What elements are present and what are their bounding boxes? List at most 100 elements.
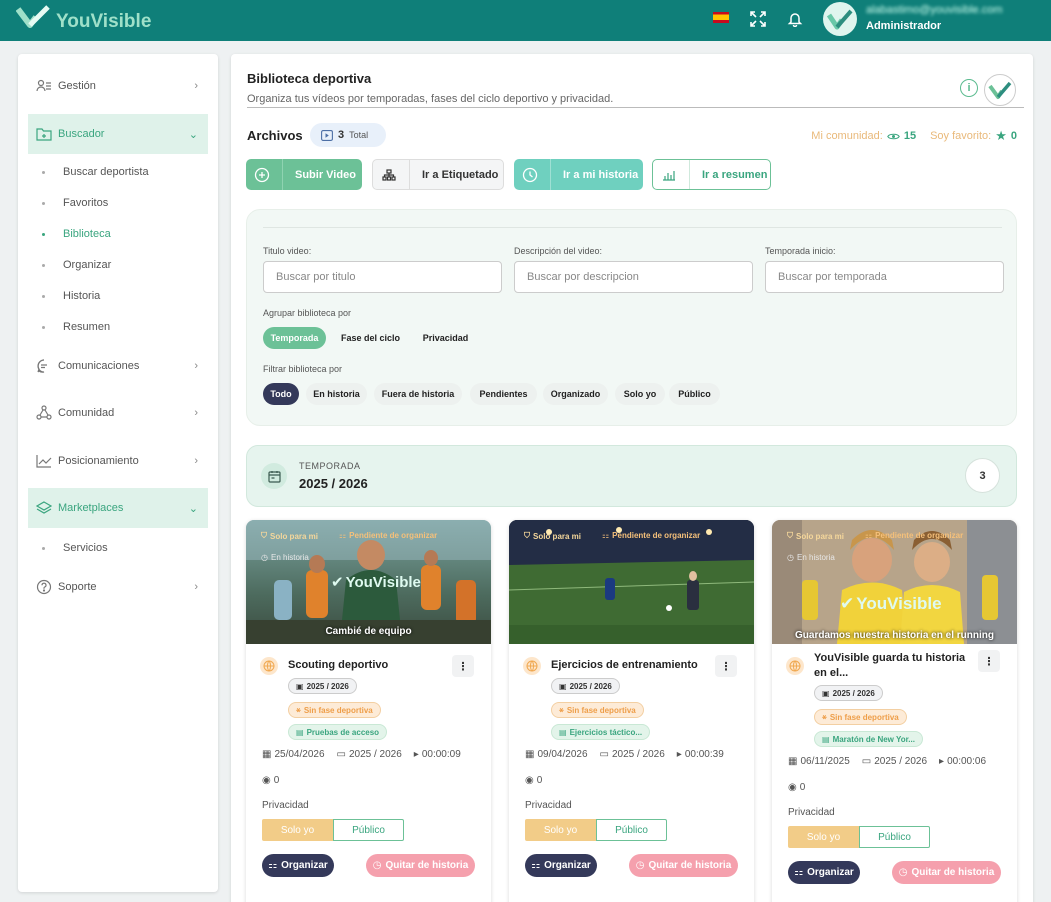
video-file-icon bbox=[321, 129, 333, 141]
play-file-icon: ▸ bbox=[939, 756, 945, 767]
meta-season: ▭ 2025 / 2026 bbox=[599, 749, 665, 760]
fullscreen-icon[interactable] bbox=[748, 9, 768, 29]
video-card[interactable]: ⛉ Solo para mi ⚏ Pendiente de organizar Ej… bbox=[509, 520, 754, 902]
brand-mark-icon: ✔ bbox=[331, 574, 344, 591]
privacy-toggle[interactable]: Solo yo Público bbox=[262, 819, 404, 841]
video-thumbnail[interactable]: ⛉ Solo para mi ⚏ Pendiente de organizar bbox=[509, 520, 754, 644]
video-meta: ▦ 25/04/2026 ▭ 2025 / 2026 ▸ 00:00:09 bbox=[262, 749, 461, 760]
chat-icon bbox=[36, 358, 52, 374]
sidebar-subitem-buscar-deportista[interactable]: Buscar deportista bbox=[42, 166, 149, 178]
filter-chip-organizado[interactable]: Organizado bbox=[543, 383, 608, 405]
total-badge: 3 Total bbox=[310, 123, 386, 147]
sidebar-subitem-resumen[interactable]: Resumen bbox=[42, 321, 110, 333]
privacy-option-solo-yo[interactable]: Solo yo bbox=[262, 819, 333, 841]
remove-from-history-button[interactable]: ◷ Quitar de historia bbox=[366, 854, 475, 877]
season-search-input[interactable]: Buscar por temporada bbox=[765, 261, 1004, 293]
privacy-label: Privacidad bbox=[788, 807, 835, 818]
clock-icon: ◷ bbox=[635, 860, 645, 871]
meta-season: ▭ 2025 / 2026 bbox=[861, 756, 928, 767]
more-options-icon[interactable]: ⋮ bbox=[452, 655, 474, 677]
description-search-input[interactable]: Buscar por descripcion bbox=[514, 261, 753, 293]
language-flag-icon[interactable] bbox=[713, 12, 729, 23]
filter-chip-solo-yo[interactable]: Solo yo bbox=[615, 383, 665, 405]
sidebar-item-label: Buscador bbox=[58, 128, 105, 140]
total-count: 3 bbox=[338, 129, 345, 141]
season-group-header[interactable]: TEMPORADA 2025 / 2026 3 bbox=[246, 445, 1017, 507]
info-icon[interactable]: i bbox=[960, 79, 978, 97]
privacy-toggle[interactable]: Solo yo Público bbox=[788, 826, 930, 848]
filters-panel: Titulo video: Buscar por titulo Descripc… bbox=[246, 209, 1017, 426]
pending-tag: ⚏ Pendiente de organizar bbox=[339, 531, 438, 540]
organize-button[interactable]: ⚏ Organizar bbox=[262, 854, 334, 877]
privacy-option-publico[interactable]: Público bbox=[596, 819, 667, 841]
sidebar-subitem-biblioteca[interactable]: Biblioteca bbox=[42, 228, 111, 240]
title-search-input[interactable]: Buscar por titulo bbox=[263, 261, 502, 293]
group-chip-privacidad[interactable]: Privacidad bbox=[413, 327, 478, 349]
filter-chip-pendientes[interactable]: Pendientes bbox=[470, 383, 537, 405]
remove-from-history-button[interactable]: ◷ Quitar de historia bbox=[892, 861, 1001, 884]
privacy-option-solo-yo[interactable]: Solo yo bbox=[525, 819, 596, 841]
filter-chip-todo[interactable]: Todo bbox=[263, 383, 299, 405]
community-stats: Mi comunidad: 15 Soy favorito: ★ 0 bbox=[811, 128, 1017, 144]
go-tagging-button[interactable]: Ir a Etiquetado bbox=[372, 159, 504, 190]
privacy-toggle[interactable]: Solo yo Público bbox=[525, 819, 667, 841]
page-title: Biblioteca deportiva bbox=[247, 71, 372, 86]
upload-video-button[interactable]: Subir Video bbox=[246, 159, 362, 190]
sidebar-item-gestion[interactable]: Gestión › bbox=[28, 66, 208, 106]
remove-from-history-button[interactable]: ◷ Quitar de historia bbox=[629, 854, 738, 877]
sidebar-subitem-historia[interactable]: Historia bbox=[42, 290, 100, 302]
archivos-heading: Archivos bbox=[247, 128, 303, 143]
private-tag: ⛉ Solo para mi bbox=[261, 531, 319, 541]
sidebar-item-marketplaces[interactable]: Marketplaces ⌄ bbox=[28, 488, 208, 528]
folder-search-icon bbox=[36, 126, 52, 142]
privacy-option-solo-yo[interactable]: Solo yo bbox=[788, 826, 859, 848]
group-chip-temporada[interactable]: Temporada bbox=[263, 327, 326, 349]
main-panel: Biblioteca deportiva Organiza tus vídeos… bbox=[231, 54, 1033, 902]
video-title[interactable]: YouVisible guarda tu historia en el... bbox=[814, 651, 974, 681]
more-options-icon[interactable]: ⋮ bbox=[978, 650, 1000, 672]
organize-button[interactable]: ⚏ Organizar bbox=[788, 861, 860, 884]
view-count: ◉ 0 bbox=[788, 782, 806, 793]
more-options-icon[interactable]: ⋮ bbox=[715, 655, 737, 677]
folder-icon: ▭ bbox=[336, 749, 346, 760]
filter-chip-publico[interactable]: Público bbox=[669, 383, 720, 405]
chart-line-icon bbox=[36, 453, 52, 469]
sidebar-item-buscador[interactable]: Buscador ⌄ bbox=[28, 114, 208, 154]
view-count: ◉ 0 bbox=[525, 775, 543, 786]
sidebar-item-comunidad[interactable]: Comunidad › bbox=[28, 393, 208, 433]
brand-logo[interactable]: YouVisible bbox=[16, 3, 151, 35]
sidebar-item-comunicaciones[interactable]: Comunicaciones › bbox=[28, 346, 208, 386]
sidebar-item-posicionamiento[interactable]: Posicionamiento › bbox=[28, 441, 208, 481]
chevron-right-icon: › bbox=[194, 455, 198, 467]
go-summary-button[interactable]: Ir a resumen bbox=[652, 159, 771, 190]
sidebar-subitem-organizar[interactable]: Organizar bbox=[42, 259, 111, 271]
sidebar-item-label: Soporte bbox=[58, 581, 97, 593]
sidebar-subitem-servicios[interactable]: Servicios bbox=[42, 542, 108, 554]
divider bbox=[247, 107, 1024, 108]
group-chip-fase[interactable]: Fase del ciclo bbox=[334, 327, 407, 349]
video-card[interactable]: ⛉ Solo para mi ⚏ Pendiente de organizar ◷ E… bbox=[772, 520, 1017, 902]
video-thumbnail[interactable]: ⛉ Solo para mi ⚏ Pendiente de organizar ◷ E… bbox=[772, 520, 1017, 644]
bell-icon[interactable] bbox=[785, 9, 805, 29]
clock-icon: ◷ bbox=[898, 867, 908, 878]
filter-chip-fuera-historia[interactable]: Fuera de historia bbox=[374, 383, 462, 405]
clock-icon bbox=[522, 167, 538, 183]
filter-chip-en-historia[interactable]: En historia bbox=[306, 383, 367, 405]
go-history-button[interactable]: Ir a mi historia bbox=[514, 159, 643, 190]
chevron-right-icon: › bbox=[194, 360, 198, 372]
community-count: 15 bbox=[903, 130, 917, 142]
sidebar-item-soporte[interactable]: Soporte › bbox=[28, 567, 208, 607]
video-card[interactable]: ⛉ Solo para mi ⚏ Pendiente de organizar ◷ E… bbox=[246, 520, 491, 902]
sidebar-subitem-favoritos[interactable]: Favoritos bbox=[42, 197, 108, 209]
privacy-option-publico[interactable]: Público bbox=[333, 819, 404, 841]
video-thumbnail[interactable]: ⛉ Solo para mi ⚏ Pendiente de organizar ◷ E… bbox=[246, 520, 491, 644]
help-icon bbox=[36, 579, 52, 595]
brand-name: YouVisible bbox=[56, 11, 152, 32]
video-title[interactable]: Scouting deportivo bbox=[288, 658, 448, 673]
organize-button[interactable]: ⚏ Organizar bbox=[525, 854, 597, 877]
user-avatar[interactable] bbox=[822, 1, 858, 37]
favorite-count: 0 bbox=[1010, 130, 1017, 142]
video-title[interactable]: Ejercicios de entrenamiento bbox=[551, 658, 711, 673]
privacy-option-publico[interactable]: Público bbox=[859, 826, 930, 848]
chevron-down-icon: ⌄ bbox=[188, 128, 198, 141]
